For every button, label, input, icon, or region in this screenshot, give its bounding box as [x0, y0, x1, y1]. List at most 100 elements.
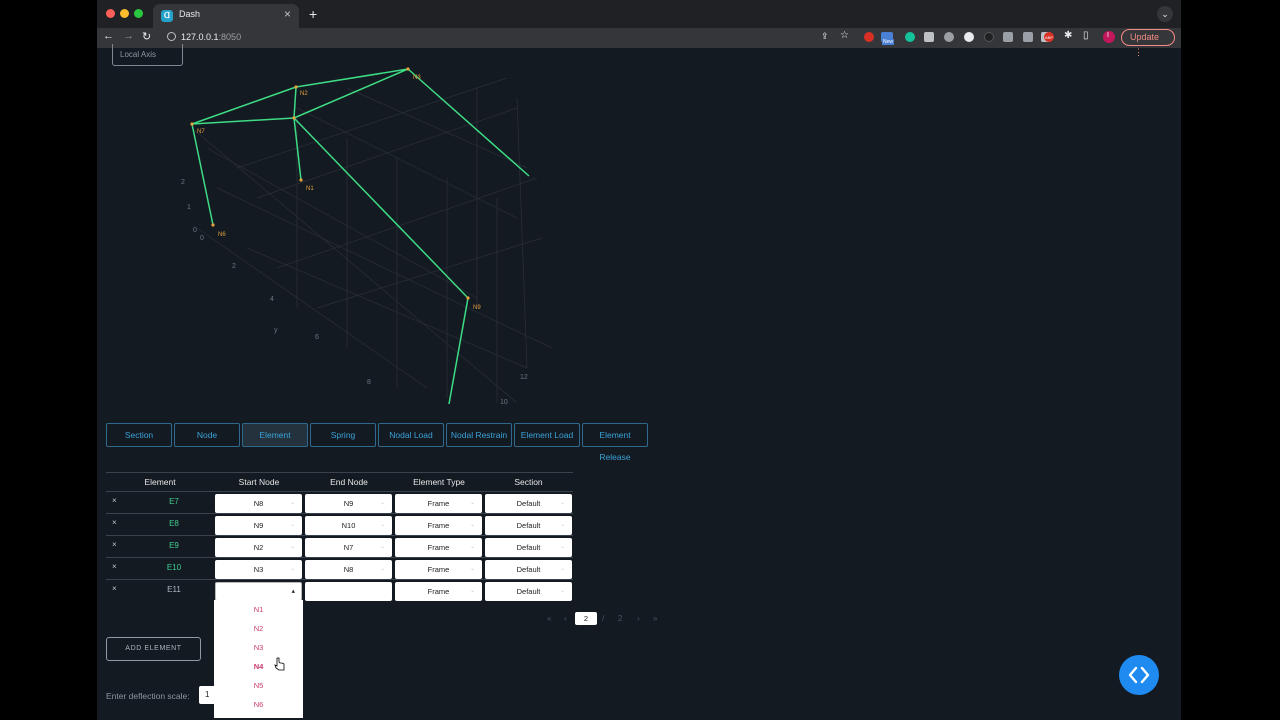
back-icon[interactable]: ←: [103, 30, 114, 42]
chevron-down-icon: ⌄: [559, 522, 565, 528]
start-node-select[interactable]: N8 ⌄: [215, 494, 302, 513]
node-n9: [466, 296, 470, 300]
element-id: E10: [166, 563, 182, 572]
tab-search-chevron-icon[interactable]: ⌄: [1157, 6, 1173, 22]
browser-window: ᗡ Dash × + ⌄ ← → ↻ 127.0.0.1:8050 ⇪ ☆ Ne…: [97, 0, 1181, 720]
section-select[interactable]: Default ⌄: [485, 582, 572, 601]
first-page-button[interactable]: «: [547, 614, 551, 623]
z-tick-2: 2: [181, 179, 185, 186]
browser-tab[interactable]: ᗡ Dash ×: [153, 4, 299, 28]
grammarly-icon[interactable]: [905, 32, 915, 42]
tab-title: Dash: [179, 9, 201, 19]
maximize-window-button[interactable]: [134, 9, 143, 18]
share-icon[interactable]: ⇪: [821, 31, 829, 42]
prev-page-button[interactable]: ‹: [564, 614, 567, 623]
tab-element-load[interactable]: Element Load: [514, 423, 580, 447]
extension-green-icon[interactable]: [964, 32, 974, 42]
deflection-scale-label: Enter deflection scale:: [106, 691, 190, 701]
start-node-select[interactable]: N2 ⌄: [215, 538, 302, 557]
site-info-icon[interactable]: [167, 32, 176, 41]
end-node-select[interactable]: N8 ⌄: [305, 560, 392, 579]
extension-dark-icon[interactable]: [984, 32, 994, 42]
tab-nodal-restrain[interactable]: Nodal Restrain: [446, 423, 512, 447]
minimize-window-button[interactable]: [120, 9, 129, 18]
start-node-value: N3: [253, 565, 264, 574]
element-type-select[interactable]: Frame ⌄: [395, 538, 482, 557]
new-tab-icon[interactable]: +: [309, 6, 317, 22]
end-node-select[interactable]: N10 ⌄: [305, 516, 392, 535]
forward-icon[interactable]: →: [123, 30, 134, 42]
extension-red-icon[interactable]: [864, 32, 874, 42]
chevron-down-icon: ⌄: [289, 522, 295, 528]
chatgpt-icon[interactable]: [944, 32, 954, 42]
section-select[interactable]: Default ⌄: [485, 560, 572, 579]
structure-3d-plot[interactable]: 2 1 0 0 2 4 6 8 y 12 10 N7 N2 N3 N1 N6 N…: [97, 48, 657, 418]
tab-node[interactable]: Node: [174, 423, 240, 447]
header-section: Section: [484, 472, 573, 491]
element-type-select[interactable]: Frame ⌄: [395, 516, 482, 535]
profile-avatar[interactable]: [1103, 31, 1115, 43]
dash-devtools-button[interactable]: [1119, 655, 1159, 695]
next-page-button[interactable]: ›: [637, 614, 640, 623]
dropdown-option[interactable]: N3: [214, 638, 303, 657]
y-tick-6: 6: [315, 334, 319, 341]
delete-row-icon[interactable]: ×: [112, 540, 117, 549]
section-select[interactable]: Default ⌄: [485, 494, 572, 513]
element-type-select[interactable]: Frame ⌄: [395, 560, 482, 579]
start-node-select-open[interactable]: ▴: [215, 582, 302, 601]
reload-icon[interactable]: ↻: [142, 30, 151, 43]
current-page-input[interactable]: 2: [575, 612, 597, 625]
section-select[interactable]: Default ⌄: [485, 516, 572, 535]
tab-element[interactable]: Element: [242, 423, 308, 447]
dropdown-option[interactable]: N6: [214, 695, 303, 714]
node-label-n7: N7: [197, 129, 205, 135]
update-button[interactable]: Update ⋮: [1121, 29, 1175, 57]
start-node-select[interactable]: N3 ⌄: [215, 560, 302, 579]
tab-spring[interactable]: Spring: [310, 423, 376, 447]
element-type-value: Frame: [427, 499, 450, 508]
extensions-puzzle-icon[interactable]: ✱: [1064, 30, 1072, 41]
end-node-value: N9: [343, 499, 354, 508]
bookmark-star-icon[interactable]: ☆: [840, 30, 849, 41]
end-node-select[interactable]: N7 ⌄: [305, 538, 392, 557]
table-row: × E8 N9 ⌄ N10 ⌄ Frame ⌄ Default ⌄: [106, 513, 573, 535]
element-type-select[interactable]: Frame ⌄: [395, 494, 482, 513]
extension-gray-icon[interactable]: [1023, 32, 1033, 42]
side-panel-icon[interactable]: ▯: [1083, 30, 1089, 41]
node-label-n6: N6: [218, 232, 226, 238]
extension-box-icon[interactable]: [924, 32, 934, 42]
delete-row-icon[interactable]: ×: [112, 496, 117, 505]
dropdown-option[interactable]: N5: [214, 676, 303, 695]
table-row: × E7 N8 ⌄ N9 ⌄ Frame ⌄ Default ⌄: [106, 491, 573, 513]
end-node-select[interactable]: [305, 582, 392, 601]
page-separator: /: [602, 614, 605, 623]
y-tick-4: 4: [270, 296, 274, 303]
tab-section[interactable]: Section: [106, 423, 172, 447]
delete-row-icon[interactable]: ×: [112, 518, 117, 527]
pen-icon[interactable]: [1003, 32, 1013, 42]
x-tick-10: 10: [500, 399, 508, 406]
end-node-select[interactable]: N9 ⌄: [305, 494, 392, 513]
chevron-down-icon: ⌄: [559, 544, 565, 550]
dropdown-option[interactable]: N2: [214, 619, 303, 638]
element-type-select[interactable]: Frame ⌄: [395, 582, 482, 601]
y-tick-8: 8: [367, 379, 371, 386]
tab-element-release[interactable]: Element Release: [582, 423, 648, 462]
chevron-down-icon: ⌄: [379, 544, 385, 550]
address-bar[interactable]: 127.0.0.1:8050: [181, 32, 241, 42]
delete-row-icon[interactable]: ×: [112, 562, 117, 571]
delete-row-icon[interactable]: ×: [112, 584, 117, 593]
member-n8-n9: [293, 117, 469, 299]
last-page-button[interactable]: »: [653, 614, 657, 623]
dropdown-option[interactable]: N1: [214, 600, 303, 619]
start-node-select[interactable]: N9 ⌄: [215, 516, 302, 535]
close-window-button[interactable]: [106, 9, 115, 18]
start-node-value: N2: [253, 543, 264, 552]
header-element: Element: [106, 472, 214, 491]
tab-nodal-load[interactable]: Nodal Load: [378, 423, 444, 447]
dropdown-option[interactable]: N4: [214, 657, 303, 676]
add-element-button[interactable]: ADD ELEMENT: [106, 637, 201, 661]
section-select[interactable]: Default ⌄: [485, 538, 572, 557]
tab-close-icon[interactable]: ×: [284, 7, 291, 21]
deflection-scale-input[interactable]: 1: [199, 686, 217, 704]
